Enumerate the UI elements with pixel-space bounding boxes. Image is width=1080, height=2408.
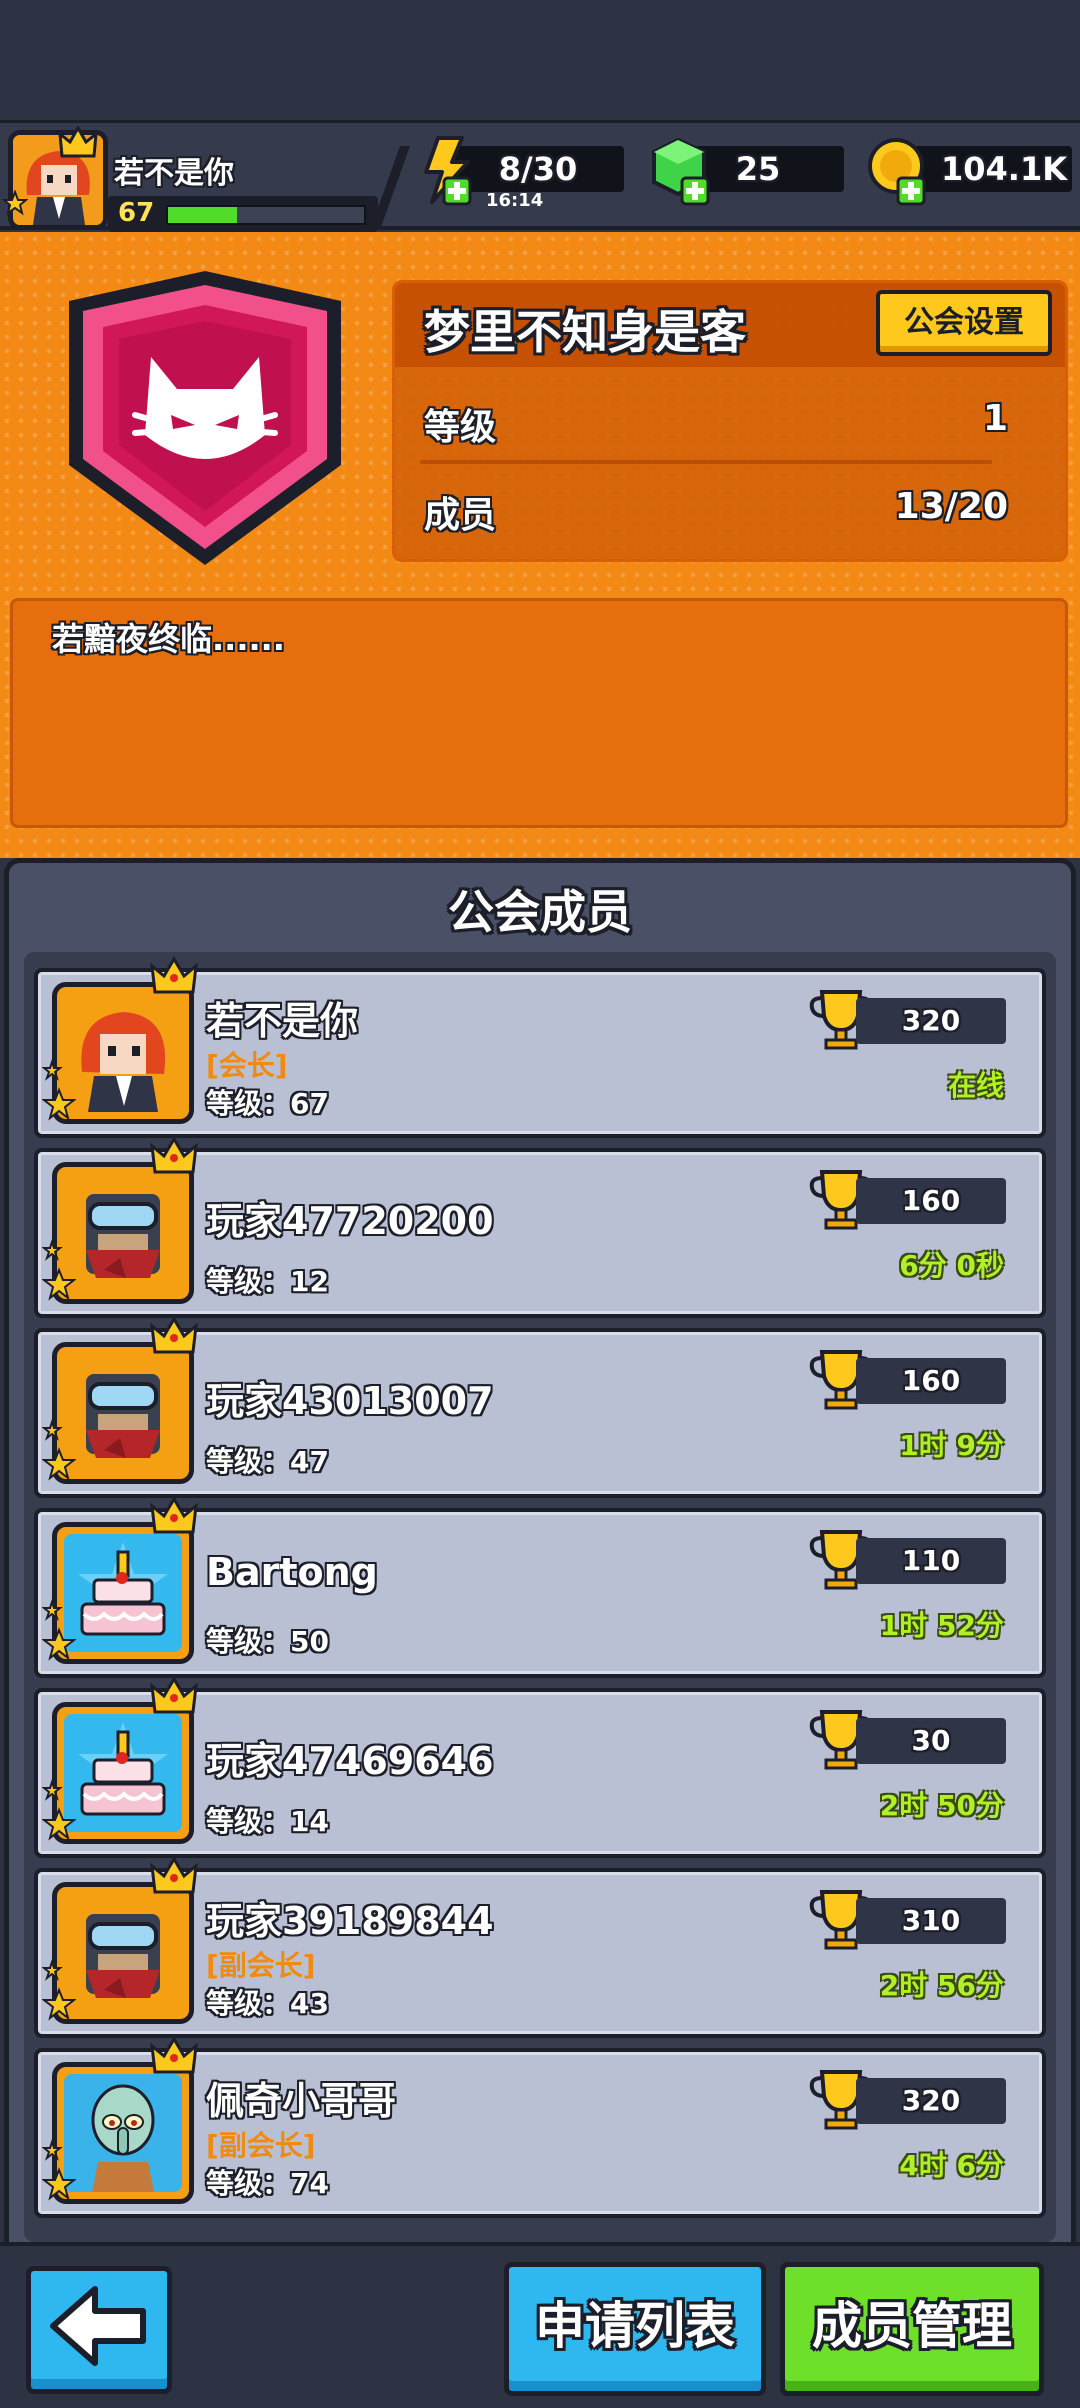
status-bar: [0, 0, 1080, 120]
member-level: 等级：14: [206, 1805, 329, 1838]
stars-icon: [42, 1958, 76, 2021]
crown-icon: [150, 956, 198, 994]
member-name: 玩家47720200: [206, 1199, 494, 1243]
member-name: 玩家39189844: [206, 1899, 494, 1943]
player-name: 若不是你: [114, 156, 234, 191]
member-name: 玩家47469646: [206, 1739, 494, 1783]
energy-counter[interactable]: 8/30: [452, 146, 624, 192]
guild-settings-button[interactable]: 公会设置: [876, 290, 1052, 356]
member-level: 等级：67: [206, 1087, 329, 1120]
stars-icon: [42, 1058, 76, 1121]
stars-icon: [42, 1598, 76, 1661]
member-level: 等级：50: [206, 1625, 329, 1658]
member-last-seen: 2时 50分: [879, 1789, 1004, 1822]
member-trophies: 320: [856, 2078, 1006, 2124]
back-arrow-icon: [50, 2286, 146, 2366]
member-trophies: 320: [856, 998, 1006, 1044]
crown-icon: [150, 2036, 198, 2074]
back-button[interactable]: [26, 2266, 172, 2394]
member-row[interactable]: 玩家47720200 等级：12 160 6分 0秒: [34, 1136, 1046, 1318]
crown-icon: [150, 1496, 198, 1534]
guild-members-label: 成员: [424, 495, 497, 536]
member-row[interactable]: 若不是你 [会长] 等级：67 320 在线: [34, 956, 1046, 1138]
member-manage-button[interactable]: 成员管理: [780, 2262, 1044, 2396]
crown-icon: [150, 1676, 198, 1714]
member-row[interactable]: 玩家39189844 [副会长] 等级：43 310 2时 56分: [34, 1856, 1046, 2038]
member-row[interactable]: Bartong 等级：50 110 1时 52分: [34, 1496, 1046, 1678]
stars-icon: [42, 2138, 76, 2201]
member-name: 佩奇小哥哥: [206, 2079, 397, 2123]
member-last-seen: 4时 6分: [899, 2149, 1004, 2182]
stars-icon: [2, 190, 28, 216]
member-level: 等级：12: [206, 1265, 329, 1298]
birthday-cake-icon: [64, 1534, 182, 1652]
xp-bar-fill: [168, 207, 237, 223]
guild-level-value: 1: [982, 398, 1008, 439]
member-name: 玩家43013007: [206, 1379, 494, 1423]
member-last-seen: 1时 9分: [899, 1429, 1004, 1462]
birthday-cake-icon: [64, 1714, 182, 1832]
energy-timer: 16:14: [486, 190, 544, 211]
guild-name: 梦里不知身是客: [424, 305, 746, 359]
members-title: 公会成员: [448, 885, 632, 939]
crown-icon: [150, 1136, 198, 1174]
member-level: 等级：74: [206, 2167, 329, 2200]
crown-icon: [150, 1316, 198, 1354]
member-trophies: 160: [856, 1358, 1006, 1404]
guild-description: 若黯夜终临......: [52, 620, 285, 658]
member-trophies: 310: [856, 1898, 1006, 1944]
lightning-icon[interactable]: [418, 136, 476, 206]
member-last-seen: 在线: [947, 1069, 1004, 1102]
stars-icon: [42, 1778, 76, 1841]
member-last-seen: 6分 0秒: [899, 1249, 1004, 1282]
member-row[interactable]: 佩奇小哥哥 [副会长] 等级：74 320 4时 6分: [34, 2036, 1046, 2218]
stars-icon: [42, 1418, 76, 1481]
ninja-icon: [64, 1354, 182, 1472]
member-role: [会长]: [206, 1049, 288, 1082]
member-row[interactable]: 玩家43013007 等级：47 160 1时 9分: [34, 1316, 1046, 1498]
apply-list-button[interactable]: 申请列表: [504, 2262, 766, 2396]
member-name: 若不是你: [206, 999, 359, 1043]
member-row[interactable]: 玩家47469646 等级：14 30 2时 50分: [34, 1676, 1046, 1858]
xp-bar: [166, 205, 366, 225]
ninja-icon: [64, 1174, 182, 1292]
coin-icon[interactable]: [866, 136, 932, 206]
member-level: 等级：47: [206, 1445, 329, 1478]
member-name: Bartong: [206, 1550, 378, 1594]
player-level: 67: [118, 198, 155, 228]
member-last-seen: 1时 52分: [879, 1609, 1004, 1642]
member-trophies: 30: [856, 1718, 1006, 1764]
guild-level-label: 等级: [424, 407, 497, 448]
gem-icon[interactable]: [650, 136, 716, 206]
guild-members-value: 13/20: [894, 486, 1008, 527]
member-role: [副会长]: [206, 2129, 316, 2162]
crown-icon: [150, 1856, 198, 1894]
squid-icon: [64, 2074, 182, 2192]
orange-hair-girl-icon: [64, 994, 182, 1112]
member-level: 等级：43: [206, 1987, 329, 2020]
stars-icon: [42, 1238, 76, 1301]
guild-emblem-cat-icon: [69, 271, 341, 565]
crown-icon: [58, 126, 98, 158]
guild-stat-divider: [420, 460, 992, 464]
member-trophies: 110: [856, 1538, 1006, 1584]
member-last-seen: 2时 56分: [879, 1969, 1004, 2002]
member-role: [副会长]: [206, 1949, 316, 1982]
ninja-icon: [64, 1894, 182, 2012]
member-trophies: 160: [856, 1178, 1006, 1224]
